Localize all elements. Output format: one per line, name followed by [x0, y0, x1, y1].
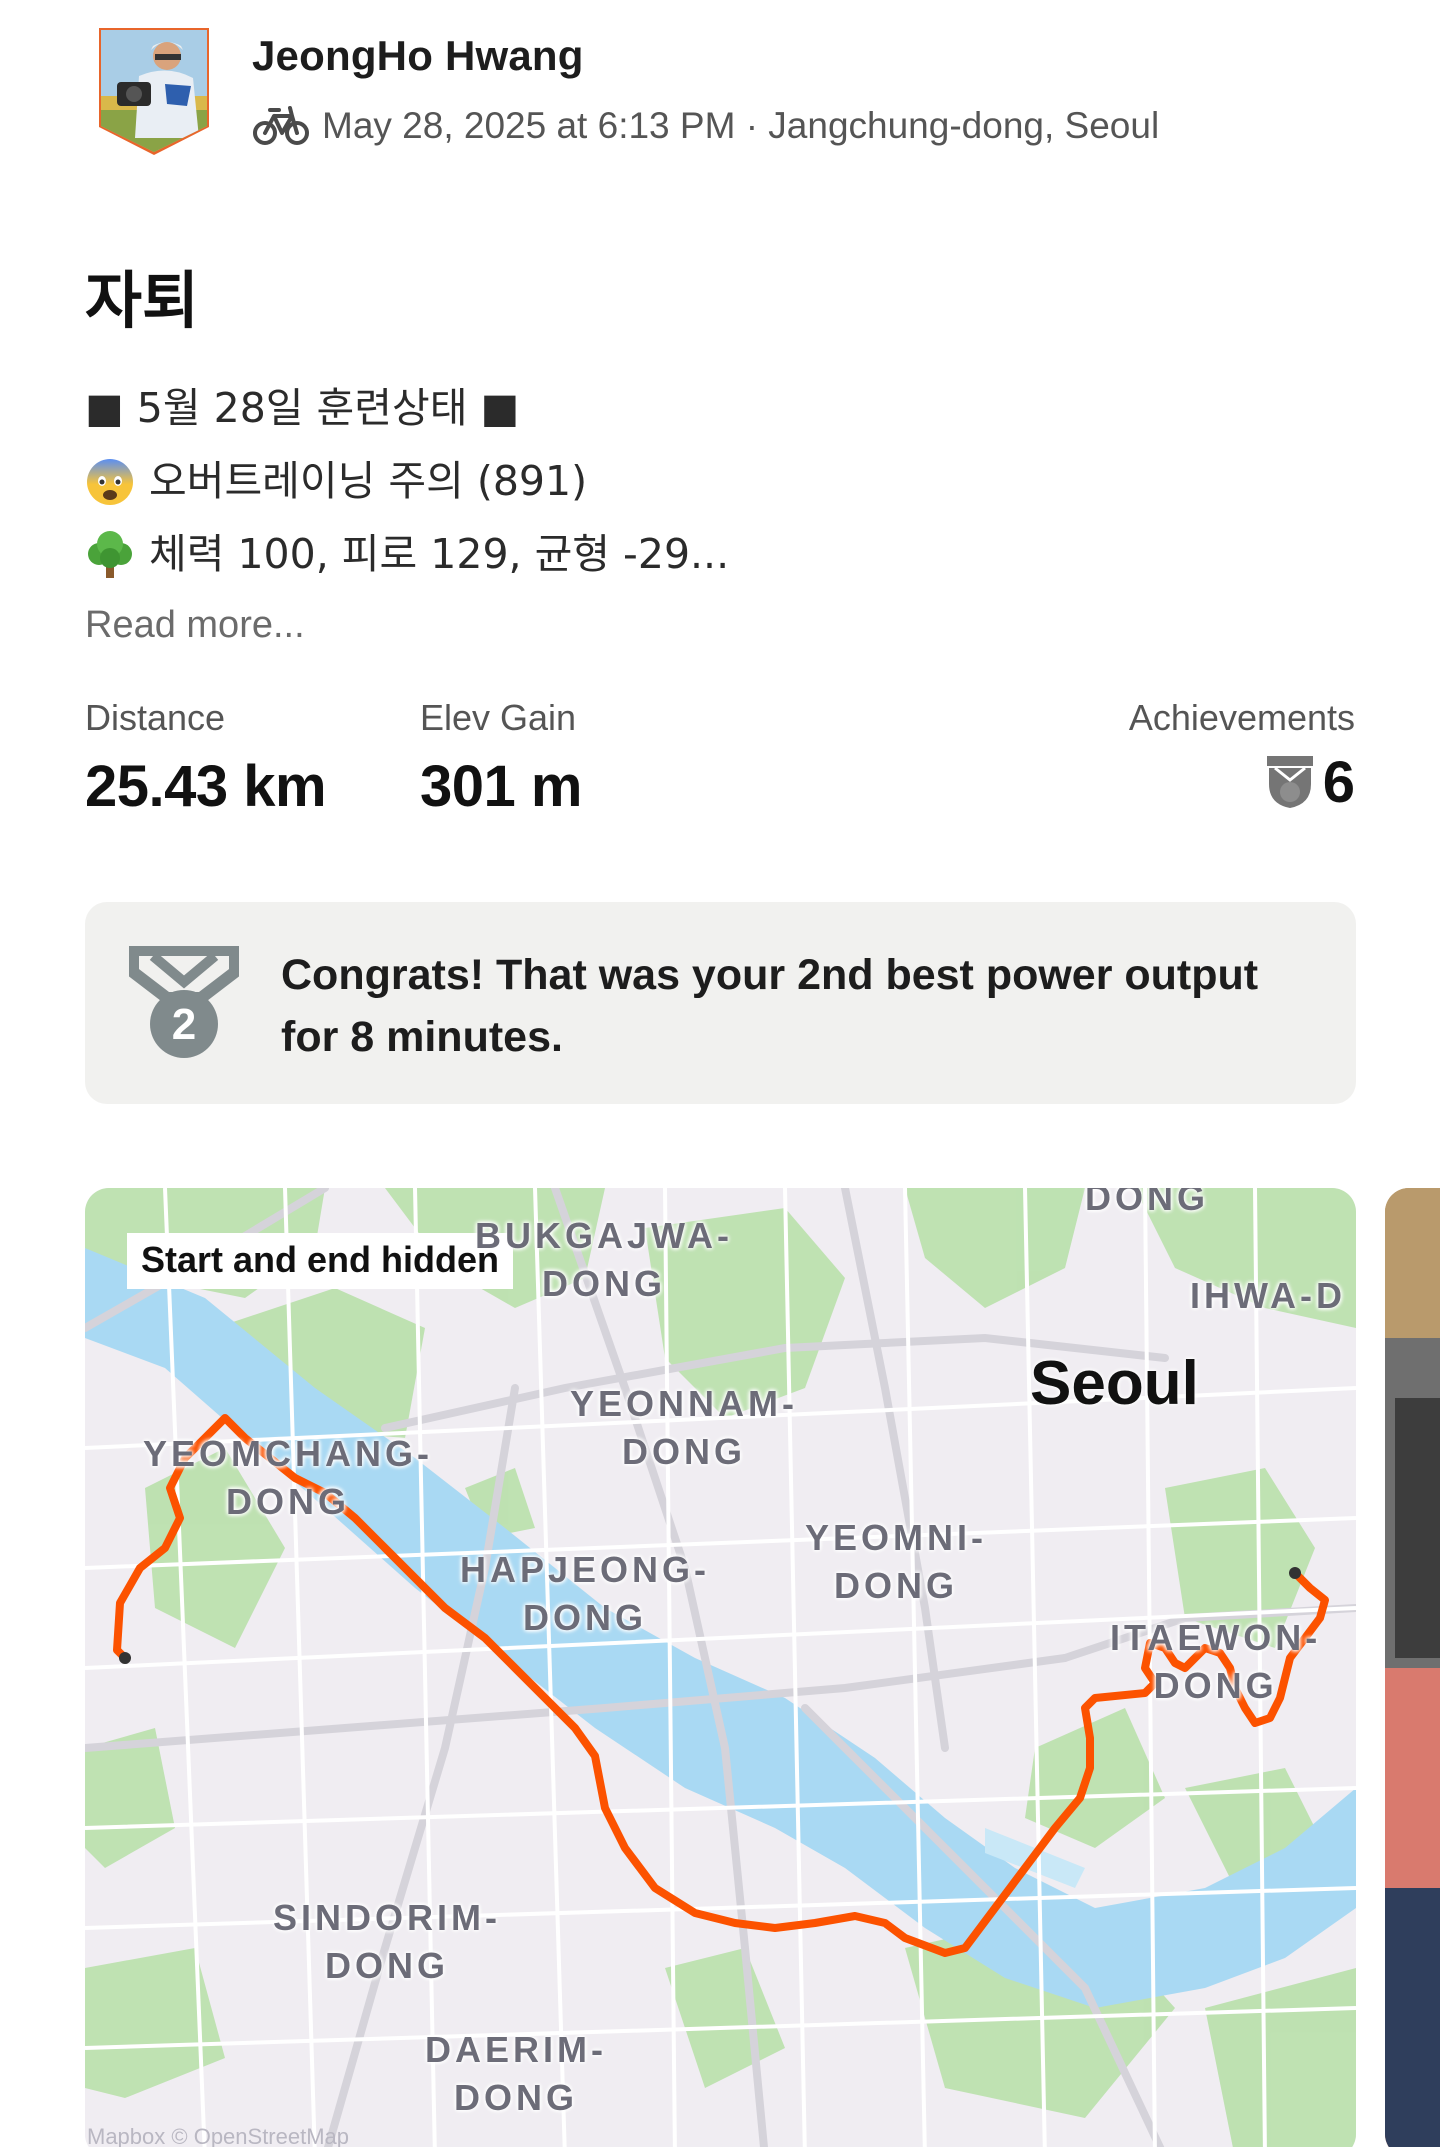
medal-icon: 2 — [129, 946, 239, 1058]
map-district-label: DAERIM- DONG — [425, 2029, 607, 2118]
start-end-hidden-badge: Start and end hidden — [127, 1233, 514, 1289]
fearful-face-icon — [87, 458, 133, 505]
achievements-count: 6 — [1322, 750, 1355, 815]
map-district-label: YEONNAM- DONG — [570, 1383, 798, 1472]
activity-header: JeongHo Hwang May 28, 2025 at 6:13 PM · … — [95, 24, 1395, 164]
description-line: 체력 100, 피로 129, 균형 -29... — [85, 518, 1285, 591]
activity-title: 자퇴 — [85, 264, 200, 337]
description-text: ■ 5월 28일 훈련상태 ■ — [85, 384, 520, 432]
trophy-icon — [1266, 755, 1313, 808]
stat-elev-gain: Elev Gain 301 m — [420, 697, 582, 820]
medal-number: 2 — [172, 1000, 196, 1049]
map-district-label: SINDORIM- DONG — [273, 1897, 501, 1986]
activity-meta: May 28, 2025 at 6:13 PM · Jangchung-dong… — [252, 102, 1159, 150]
map-district-label: ITAEWON- DONG — [1110, 1617, 1322, 1706]
map-district-label: DONG — [1085, 1188, 1209, 1218]
stat-label: Elev Gain — [420, 697, 577, 738]
best-effort-card[interactable]: 2 Congrats! That was your 2nd best power… — [85, 902, 1356, 1104]
photo-image — [1385, 1188, 1440, 2147]
stat-value: 25.43 km — [85, 754, 327, 819]
map-district-label: HAPJEONG- DONG — [460, 1549, 711, 1638]
stat-label: Achievements — [1128, 697, 1355, 738]
athlete-name[interactable]: JeongHo Hwang — [252, 32, 584, 80]
stat-achievements[interactable]: Achievements 6 — [1129, 697, 1355, 816]
activity-date-location: May 28, 2025 at 6:13 PM · Jangchung-dong… — [322, 105, 1160, 146]
map-district-label: YEOMNI- DONG — [805, 1517, 988, 1606]
description-text: 체력 100, 피로 129, 균형 -29... — [149, 530, 730, 578]
bike-icon — [253, 106, 309, 145]
stat-value: 301 m — [420, 754, 582, 819]
activity-photo-thumbnail[interactable] — [1385, 1188, 1440, 2147]
read-more-link[interactable]: Read more... — [85, 604, 305, 647]
map-district-label: BUKGAJWA- DONG — [475, 1215, 733, 1304]
description-text: 오버트레이닝 주의 (891) — [149, 457, 588, 505]
stat-distance: Distance 25.43 km — [85, 697, 327, 820]
map-district-label: YEOMCHANG- DONG — [143, 1433, 433, 1522]
congrats-text: Congrats! That was your 2nd best power o… — [281, 951, 1259, 1061]
description-line: ■ 5월 28일 훈련상태 ■ — [85, 372, 1285, 445]
map-district-label: IHWA-D — [1190, 1275, 1346, 1316]
tree-icon — [88, 530, 132, 578]
activity-description: ■ 5월 28일 훈련상태 ■ 오버트레이닝 주의 (891) 체력 100, … — [85, 372, 1285, 591]
map-attribution[interactable]: Mapbox © OpenStreetMap — [85, 2124, 349, 2147]
description-line: 오버트레이닝 주의 (891) — [85, 445, 1285, 518]
achievements-row: 6 — [1129, 749, 1355, 816]
route-map[interactable]: Start and end hidden Seoul DONG BUKGAJWA… — [85, 1188, 1356, 2147]
map-city-label: Seoul — [1030, 1349, 1199, 1418]
avatar[interactable] — [95, 26, 213, 156]
stat-label: Distance — [85, 697, 226, 738]
